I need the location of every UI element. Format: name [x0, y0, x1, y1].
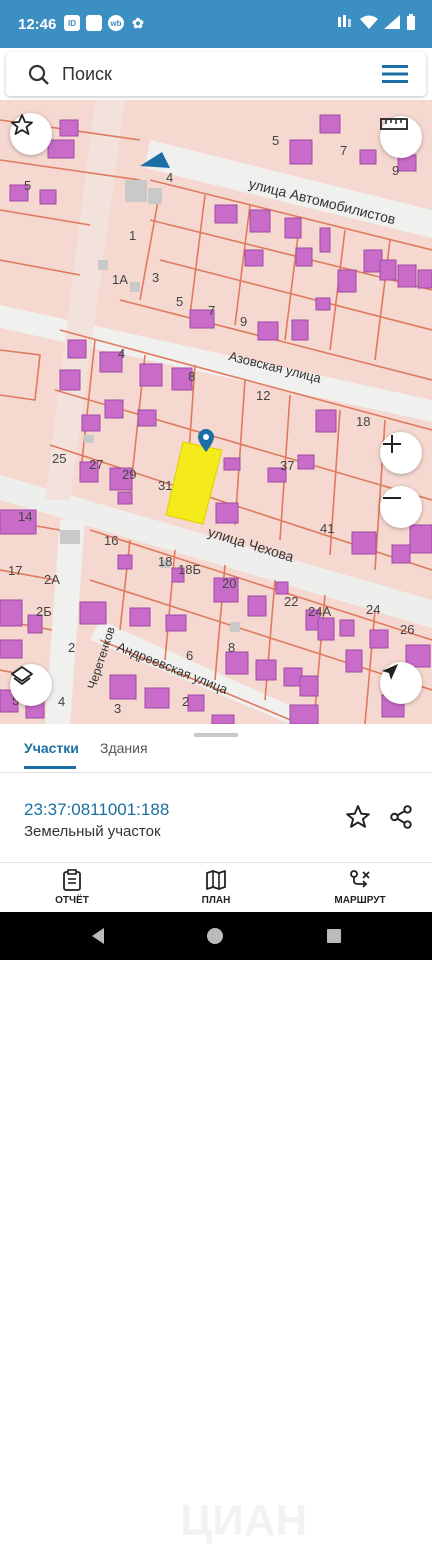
wildberries-notification-icon: wb — [108, 15, 124, 31]
sheet-drag-handle[interactable] — [194, 733, 238, 737]
nav-label: МАРШРУТ — [334, 895, 386, 906]
star-icon[interactable] — [345, 804, 371, 830]
house-number-label: 6 — [186, 648, 193, 663]
house-number-label: 18 — [158, 554, 172, 569]
house-number-label: 4 — [118, 346, 125, 361]
tab-label: Участки — [24, 740, 79, 756]
share-icon[interactable] — [388, 804, 414, 830]
nav-plan[interactable]: ПЛАН — [161, 869, 271, 906]
house-number-label: 4 — [166, 170, 173, 185]
my-location-button[interactable] — [380, 662, 422, 704]
house-number-label: 5 — [272, 133, 279, 148]
bottom-navigation: ОТЧЁТ ПЛАН МАРШРУТ — [0, 862, 432, 913]
house-number-label: 31 — [158, 478, 172, 493]
tab-buildings[interactable]: Здания — [100, 740, 148, 756]
wifi-icon — [360, 15, 378, 29]
home-icon[interactable] — [206, 927, 224, 945]
recents-icon[interactable] — [326, 928, 342, 944]
menu-icon[interactable] — [382, 65, 408, 83]
house-number-label: 16 — [104, 533, 118, 548]
house-number-label: 2 — [182, 694, 189, 709]
layers-icon — [11, 666, 33, 685]
report-icon — [63, 869, 81, 891]
layers-button[interactable] — [10, 664, 52, 706]
house-number-label: 20 — [222, 576, 236, 591]
nav-label: ПЛАН — [201, 895, 231, 906]
house-number-label: 2А — [44, 572, 60, 587]
favorite-button[interactable] — [10, 113, 52, 155]
map-canvas: улица Автомобилистов Азовская улица улиц… — [0, 100, 432, 724]
house-number-label: 37 — [280, 458, 294, 473]
status-bar: 12:46 ID wb ✿ — [0, 0, 432, 48]
back-icon[interactable] — [90, 927, 108, 945]
minus-icon — [383, 497, 401, 499]
house-number-label: 41 — [320, 521, 334, 536]
house-number-label: 1 — [129, 228, 136, 243]
search-icon[interactable] — [28, 64, 50, 86]
nav-report[interactable]: ОТЧЁТ — [17, 869, 127, 906]
house-number-label: 26 — [400, 622, 414, 637]
house-number-label: 8 — [228, 640, 235, 655]
house-number-label: 2Б — [36, 604, 52, 619]
house-number-label: 29 — [122, 467, 136, 482]
app-notification-icon: ID — [64, 15, 80, 31]
divider — [0, 772, 432, 773]
house-number-label: 3 — [114, 701, 121, 716]
house-number-label: 7 — [208, 303, 215, 318]
app-notification-icon — [86, 15, 102, 31]
house-number-label: 8 — [188, 369, 195, 384]
map-icon — [206, 870, 226, 890]
navigation-arrow-icon — [382, 664, 398, 680]
tab-parcels[interactable]: Участки — [24, 740, 79, 769]
search-bar[interactable]: Поиск — [6, 52, 426, 96]
house-number-label: 24 — [366, 602, 380, 617]
status-time: 12:46 — [18, 16, 57, 33]
house-number-label: 18Б — [178, 562, 201, 577]
nav-label: ОТЧЁТ — [55, 895, 89, 906]
house-number-label: 5 — [24, 178, 31, 193]
house-number-label: 22 — [284, 594, 298, 609]
object-type: Земельный участок — [24, 823, 161, 840]
watermark-logo: ЦИАН — [180, 1496, 308, 1545]
notification-icons: ID wb ✿ — [64, 15, 146, 31]
ruler-icon — [380, 118, 408, 130]
house-number-label: 9 — [392, 163, 399, 178]
house-number-label: 17 — [8, 563, 22, 578]
house-number-label: 24А — [308, 604, 331, 619]
house-number-label: 25 — [52, 451, 66, 466]
house-number-label: 5 — [176, 294, 183, 309]
house-number-label: 27 — [89, 457, 103, 472]
tab-label: Здания — [100, 740, 148, 756]
selected-parcel[interactable] — [165, 441, 223, 525]
cadastral-map[interactable]: улица Автомобилистов Азовская улица улиц… — [0, 100, 432, 724]
system-navigation-bar — [0, 912, 432, 960]
app-notification-icon: ✿ — [132, 14, 144, 31]
house-number-label: 9 — [240, 314, 247, 329]
battery-icon — [407, 14, 415, 30]
search-input[interactable]: Поиск — [62, 64, 112, 85]
nav-route[interactable]: МАРШРУТ — [305, 869, 415, 906]
cell-signal-icon — [384, 15, 400, 29]
house-number-label: 7 — [340, 143, 347, 158]
plus-icon — [383, 435, 401, 453]
ruler-button[interactable] — [380, 116, 422, 158]
house-number-label: 3 — [152, 270, 159, 285]
zoom-out-button[interactable] — [380, 486, 422, 528]
route-icon — [350, 870, 370, 888]
house-number-label: 4 — [58, 694, 65, 709]
house-number-label: 2 — [68, 640, 75, 655]
cadastral-number[interactable]: 23:37:0811001:188 — [24, 800, 169, 820]
tab-active-indicator — [24, 766, 76, 769]
house-number-label: 14 — [18, 509, 32, 524]
house-number-label: 12 — [256, 388, 270, 403]
house-number-label: 1А — [112, 272, 128, 287]
zoom-in-button[interactable] — [380, 432, 422, 474]
signal-icon — [338, 15, 351, 27]
star-icon — [11, 114, 33, 135]
house-number-label: 18 — [356, 414, 370, 429]
